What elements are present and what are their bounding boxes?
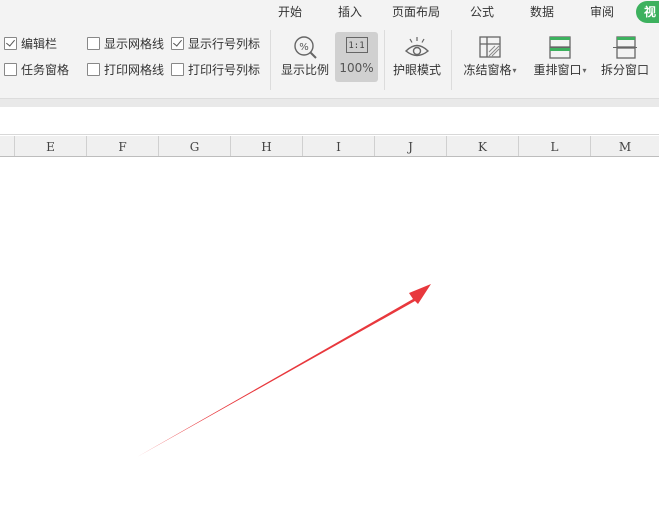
split-window-label: 拆分窗口 [600,63,649,77]
split-window-button[interactable]: 拆分窗口 [598,34,652,78]
column-header-i[interactable]: I [302,136,374,156]
tab-home[interactable]: 开始 [278,4,302,20]
column-header-g[interactable]: G [158,136,230,156]
checkbox-label: 显示行号列标 [188,37,261,51]
freeze-panes-icon [479,36,501,58]
arrange-windows-label: 重排窗口 [533,63,582,77]
checkbox-show-gridlines[interactable]: 显示网格线 [87,36,164,52]
zoom-button[interactable]: % 显示比例 [280,34,330,78]
column-header-j[interactable]: J [374,136,446,156]
ribbon-tabs: 开始 插入 页面布局 公式 数据 审阅 视 [0,0,659,24]
column-header-row: E F G H I J K L M [0,136,659,157]
checkbox-unchecked-icon[interactable] [4,63,17,76]
chevron-down-icon[interactable]: ▾ [513,66,517,75]
zoom-100-label: 100% [339,61,374,75]
ribbon-divider [0,98,659,107]
checkbox-print-headings[interactable]: 打印行号列标 [171,62,260,78]
ribbon-separator [451,30,452,90]
tab-view[interactable]: 视 [636,1,659,23]
one-to-one-icon: 1:1 [345,37,368,53]
checkbox-label: 编辑栏 [21,37,58,51]
arrange-windows-button[interactable]: 重排窗口▾ [529,34,591,79]
checkbox-label: 打印网格线 [104,63,165,77]
arrange-windows-icon [549,36,571,59]
eye-icon [404,37,430,57]
checkbox-label: 打印行号列标 [188,63,261,77]
checkbox-label: 显示网格线 [104,37,165,51]
column-header-e[interactable]: E [14,136,86,156]
svg-text:%: % [299,42,309,53]
checkbox-formula-bar[interactable]: 编辑栏 [4,36,57,52]
zoom-100-button[interactable]: 1:1 100% [335,32,378,82]
formula-bar[interactable] [0,107,659,135]
checkbox-unchecked-icon[interactable] [87,37,100,50]
checkbox-unchecked-icon[interactable] [87,63,100,76]
zoom-label: 显示比例 [280,63,329,77]
checkbox-print-gridlines[interactable]: 打印网格线 [87,62,164,78]
eye-care-button[interactable]: 护眼模式 [391,34,443,78]
freeze-panes-label: 冻结窗格 [463,63,512,77]
checkbox-checked-icon[interactable] [4,37,17,50]
zoom-percent-icon: % [294,36,317,59]
tab-formulas[interactable]: 公式 [470,4,494,20]
ribbon-separator [384,30,385,90]
freeze-panes-button[interactable]: 冻结窗格▾ [459,34,521,79]
checkbox-label: 任务窗格 [21,63,70,77]
column-header-l[interactable]: L [518,136,590,156]
ribbon: 开始 插入 页面布局 公式 数据 审阅 视 编辑栏 任务窗格 显示网格线 打印网… [0,0,659,98]
column-header-m[interactable]: M [590,136,659,156]
column-header-k[interactable]: K [446,136,518,156]
sheet-grid[interactable] [0,157,659,516]
tab-data[interactable]: 数据 [530,4,554,20]
eye-care-label: 护眼模式 [392,63,441,77]
checkbox-checked-icon[interactable] [171,37,184,50]
column-header-partial[interactable] [0,136,14,156]
chevron-down-icon[interactable]: ▾ [583,66,587,75]
tab-insert[interactable]: 插入 [338,4,362,20]
tab-review[interactable]: 审阅 [590,4,614,20]
checkbox-task-pane[interactable]: 任务窗格 [4,62,69,78]
column-header-f[interactable]: F [86,136,158,156]
ribbon-separator [270,30,271,90]
split-window-icon [613,36,637,59]
checkbox-unchecked-icon[interactable] [171,63,184,76]
checkbox-show-headings[interactable]: 显示行号列标 [171,36,260,52]
tab-page-layout[interactable]: 页面布局 [392,4,440,20]
column-header-h[interactable]: H [230,136,302,156]
